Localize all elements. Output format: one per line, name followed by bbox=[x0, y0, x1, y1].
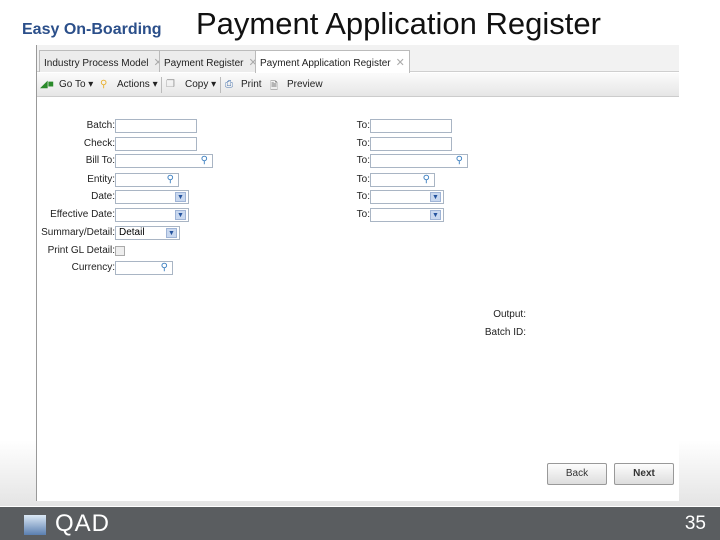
right-to-input-0[interactable] bbox=[370, 119, 452, 133]
left-entity-input[interactable]: ⚲ bbox=[115, 173, 179, 187]
actions-button[interactable]: Actions ▾ bbox=[117, 79, 158, 90]
batch-id-label: Batch ID: bbox=[484, 327, 526, 338]
output-label: Output: bbox=[493, 309, 526, 320]
chevron-down-icon[interactable]: ▼ bbox=[175, 210, 186, 220]
search-icon[interactable]: ⚲ bbox=[201, 155, 208, 167]
left-bill-to-input[interactable]: ⚲ bbox=[115, 154, 213, 168]
qad-logo-icon bbox=[24, 515, 46, 535]
field-label: To: bbox=[356, 155, 370, 166]
copy-label: Copy bbox=[185, 79, 209, 90]
slide-title: Payment Application Register bbox=[196, 6, 601, 41]
chevron-down-icon[interactable]: ▼ bbox=[430, 192, 441, 202]
field-label: Check: bbox=[83, 138, 115, 149]
app-window: Industry Process Model✕ Payment Register… bbox=[36, 45, 679, 501]
left-summary-detail-input[interactable]: Detail ▼ bbox=[115, 226, 180, 240]
field-label: To: bbox=[356, 174, 370, 185]
field-value: Detail bbox=[119, 227, 145, 238]
field-label: Entity: bbox=[87, 174, 115, 185]
tab-bar: Industry Process Model✕ Payment Register… bbox=[37, 45, 679, 73]
report-form: Output: Batch ID: Back Next Batch: Check:… bbox=[37, 98, 679, 501]
field-label: Summary/Detail: bbox=[41, 227, 115, 238]
goto-icon: ◢■ bbox=[40, 79, 54, 90]
left-date-input[interactable]: ▼ bbox=[115, 190, 189, 204]
search-icon[interactable]: ⚲ bbox=[161, 262, 168, 274]
left-currency-input[interactable]: ⚲ bbox=[115, 261, 173, 275]
right-to-input-2[interactable]: ⚲ bbox=[370, 154, 468, 168]
tab-label: Payment Register bbox=[164, 58, 244, 69]
tab-label: Industry Process Model bbox=[44, 58, 149, 69]
field-label: Currency: bbox=[71, 262, 115, 273]
copy-button[interactable]: Copy ▾ bbox=[185, 79, 216, 90]
tab-label: Payment Application Register bbox=[260, 58, 391, 69]
divider bbox=[161, 77, 162, 93]
field-label: To: bbox=[356, 120, 370, 131]
slide-footer: QAD 35 bbox=[0, 507, 720, 540]
copy-icon: ❐ bbox=[166, 79, 175, 90]
left-effective-date-input[interactable]: ▼ bbox=[115, 208, 189, 222]
preview-button[interactable]: Preview bbox=[287, 79, 323, 90]
field-label: Bill To: bbox=[85, 155, 115, 166]
right-to-input-4[interactable]: ▼ bbox=[370, 190, 444, 204]
chevron-down-icon[interactable]: ▼ bbox=[175, 192, 186, 202]
field-label: To: bbox=[356, 209, 370, 220]
left-check-input[interactable] bbox=[115, 137, 197, 151]
field-label: Date: bbox=[91, 191, 115, 202]
field-label: Batch: bbox=[86, 120, 115, 131]
search-icon[interactable]: ⚲ bbox=[456, 155, 463, 167]
toolbar: ◢■ Go To ▾ ⚲ Actions ▾ ❐ Copy ▾ ⎙ Print … bbox=[37, 73, 679, 97]
close-icon[interactable]: ✕ bbox=[396, 57, 405, 69]
field-label: Effective Date: bbox=[50, 209, 115, 220]
goto-button[interactable]: Go To ▾ bbox=[59, 79, 93, 90]
field-label: Print GL Detail: bbox=[47, 245, 115, 256]
tab-payment-application-register[interactable]: Payment Application Register ✕ bbox=[255, 50, 410, 73]
chevron-down-icon[interactable]: ▼ bbox=[430, 210, 441, 220]
field-label: To: bbox=[356, 191, 370, 202]
back-button[interactable]: Back bbox=[547, 463, 607, 485]
tab-industry-process-model[interactable]: Industry Process Model✕ bbox=[39, 50, 168, 72]
print-button[interactable]: Print bbox=[241, 79, 262, 90]
left-batch-input[interactable] bbox=[115, 119, 197, 133]
print-icon: ⎙ bbox=[225, 79, 233, 90]
search-icon[interactable]: ⚲ bbox=[167, 174, 174, 186]
divider bbox=[220, 77, 221, 93]
actions-label: Actions bbox=[117, 79, 150, 90]
preview-icon: 🗎 bbox=[270, 81, 279, 92]
right-to-input-1[interactable] bbox=[370, 137, 452, 151]
actions-icon: ⚲ bbox=[100, 79, 108, 90]
tab-payment-register[interactable]: Payment Register ✕ bbox=[159, 50, 263, 72]
goto-label: Go To bbox=[59, 79, 86, 90]
right-to-input-3[interactable]: ⚲ bbox=[370, 173, 435, 187]
chevron-down-icon[interactable]: ▼ bbox=[166, 228, 177, 238]
slide-subtitle: Easy On-Boarding bbox=[22, 21, 162, 38]
next-button[interactable]: Next bbox=[614, 463, 674, 485]
left-print-gl-detail-checkbox[interactable] bbox=[115, 246, 125, 256]
field-label: To: bbox=[356, 138, 370, 149]
search-icon[interactable]: ⚲ bbox=[423, 174, 430, 186]
page-number: 35 bbox=[684, 513, 706, 534]
right-to-input-5[interactable]: ▼ bbox=[370, 208, 444, 222]
qad-logo: QAD bbox=[55, 510, 111, 537]
